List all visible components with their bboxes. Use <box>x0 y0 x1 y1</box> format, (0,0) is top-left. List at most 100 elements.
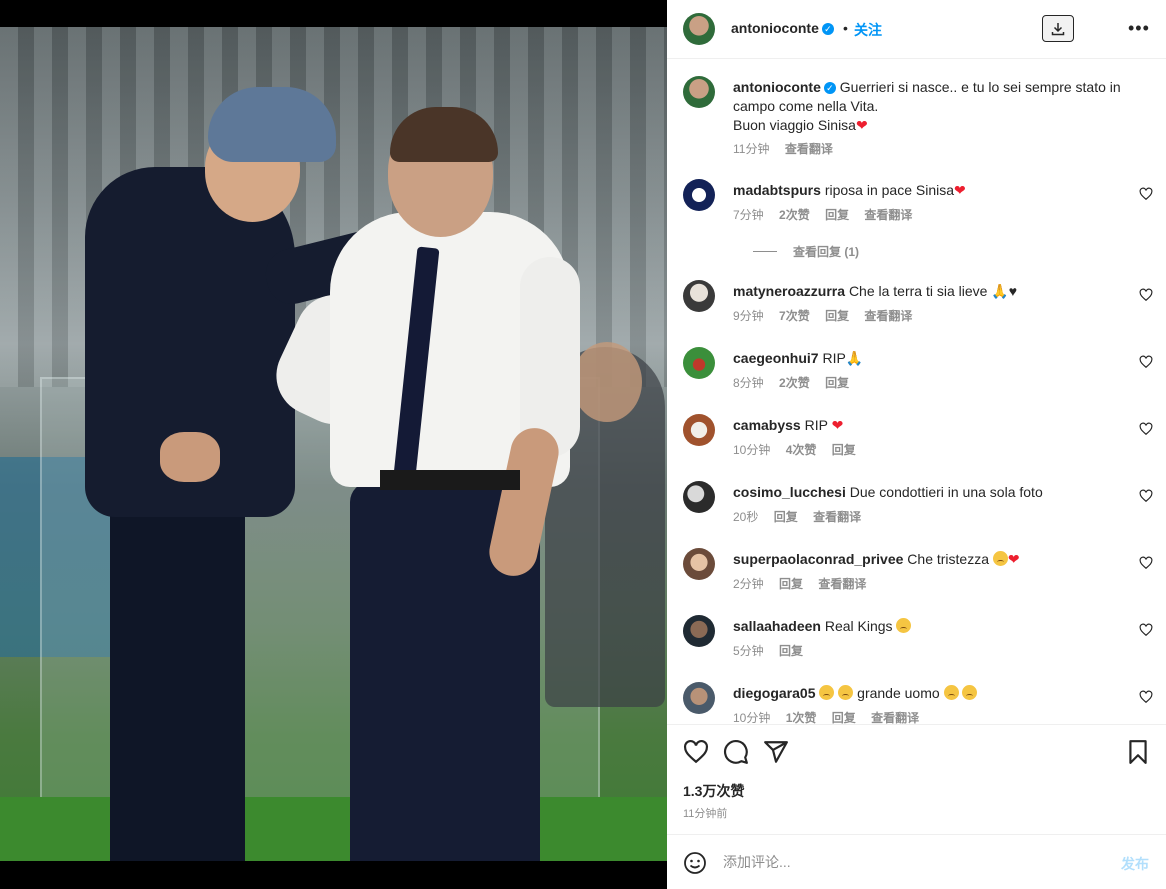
commenter-avatar[interactable] <box>683 347 715 379</box>
comment-time: 9分钟 <box>733 309 764 323</box>
comment-username[interactable]: diegogara05 <box>733 685 815 701</box>
reply-button[interactable]: 回复 <box>832 443 856 457</box>
follow-button[interactable]: 关注 <box>854 20 882 40</box>
commenter-avatar[interactable] <box>683 481 715 513</box>
like-comment-icon[interactable] <box>1139 355 1153 369</box>
comments-list[interactable]: antonioconte ✓ Guerrieri si nasce.. e tu … <box>667 60 1166 724</box>
comment-likes-button[interactable]: 4次赞 <box>786 443 817 457</box>
post-header: antonioconte ✓ • 关注 ••• <box>667 0 1166 59</box>
flat-cap <box>208 87 336 162</box>
comment-time: 7分钟 <box>733 208 764 222</box>
comment-likes-button[interactable]: 1次赞 <box>786 711 817 724</box>
like-comment-icon[interactable] <box>1139 288 1153 302</box>
reply-button[interactable]: 回复 <box>779 644 803 658</box>
comment-time: 2分钟 <box>733 577 764 591</box>
reply-button[interactable]: 回复 <box>825 208 849 222</box>
smiley-icon[interactable] <box>683 851 707 875</box>
comment-username[interactable]: sallaahadeen <box>733 618 821 634</box>
comment-likes-button[interactable]: 2次赞 <box>779 376 810 390</box>
author-username-text[interactable]: antonioconte <box>731 20 819 36</box>
comment-body: RIP <box>822 350 846 366</box>
comment-username[interactable]: cosimo_lucchesi <box>733 484 846 500</box>
comment-meta: 8分钟 2次赞 回复 <box>733 374 861 391</box>
commenter-avatar[interactable] <box>683 548 715 580</box>
folded-hands-emoji-icon: 🙏 <box>991 283 1009 299</box>
comment-time: 5分钟 <box>733 644 764 658</box>
like-comment-icon[interactable] <box>1139 556 1153 570</box>
comment-username[interactable]: camabyss <box>733 417 801 433</box>
like-comment-icon[interactable] <box>1139 690 1153 704</box>
comment-likes-button[interactable]: 2次赞 <box>779 208 810 222</box>
caption-translate-button[interactable]: 查看翻译 <box>785 142 833 156</box>
caption-meta: 11分钟 查看翻译 <box>733 140 845 157</box>
commenter-avatar[interactable] <box>683 682 715 714</box>
comment-body: Che la terra ti sia lieve <box>848 283 988 299</box>
post-comment-button[interactable]: 发布 <box>1121 854 1149 874</box>
comment-input[interactable] <box>723 849 1103 875</box>
likes-count[interactable]: 1.3万次赞 <box>683 781 744 801</box>
caption-username[interactable]: antonioconte <box>733 79 821 95</box>
reply-button[interactable]: 回复 <box>774 510 798 524</box>
post-time: 11分钟前 <box>683 808 728 820</box>
commenter-avatar[interactable] <box>683 179 715 211</box>
view-replies-label: 查看回复 (1) <box>793 245 860 259</box>
red-heart-emoji-icon: ❤ <box>1007 551 1020 567</box>
heart-outline-icon[interactable] <box>683 739 709 765</box>
like-comment-icon[interactable] <box>1139 422 1153 436</box>
add-comment-bar: 发布 <box>667 834 1166 889</box>
commenter-avatar[interactable] <box>683 615 715 647</box>
comment-likes-button[interactable]: 7次赞 <box>779 309 810 323</box>
comment-time: 8分钟 <box>733 376 764 390</box>
bookmark-icon[interactable] <box>1125 739 1151 765</box>
reply-button[interactable]: 回复 <box>825 309 849 323</box>
comment-text: cosimo_lucchesi Due condottieri in una s… <box>733 483 1123 502</box>
translate-button[interactable]: 查看翻译 <box>864 208 912 222</box>
comment-username[interactable]: madabtspurs <box>733 182 821 198</box>
red-heart-emoji-icon: ❤ <box>954 182 966 198</box>
like-comment-icon[interactable] <box>1139 489 1153 503</box>
comment-text: camabyss RIP ❤ <box>733 416 1123 435</box>
comment-username[interactable]: caegeonhui7 <box>733 350 819 366</box>
comment-meta: 20秒 回复 查看翻译 <box>733 508 873 525</box>
sad-face-emoji-icon <box>896 618 912 633</box>
man-left-leg <box>110 497 185 861</box>
commenter-avatar[interactable] <box>683 414 715 446</box>
author-avatar[interactable] <box>683 13 715 45</box>
man-left-leg-2 <box>180 497 245 861</box>
post-photo[interactable] <box>0 0 667 889</box>
caption-avatar[interactable] <box>683 76 715 108</box>
comment-text: caegeonhui7 RIP🙏 <box>733 349 1123 368</box>
comment-icon[interactable] <box>723 739 749 765</box>
comment-text: superpaolaconrad_privee Che tristezza ❤ <box>733 550 1123 569</box>
comment-body: Real Kings <box>824 618 893 634</box>
view-replies-button[interactable]: 查看回复 (1) <box>753 243 859 260</box>
comment-username[interactable]: superpaolaconrad_privee <box>733 551 903 567</box>
background-person-head <box>572 342 642 422</box>
share-icon[interactable] <box>763 739 789 765</box>
author-username[interactable]: antonioconte ✓ <box>731 20 834 36</box>
reply-button[interactable]: 回复 <box>832 711 856 724</box>
more-options-icon[interactable]: ••• <box>1128 18 1150 38</box>
translate-button[interactable]: 查看翻译 <box>813 510 861 524</box>
pitch-grass <box>0 797 667 861</box>
red-heart-emoji-icon: ❤ <box>855 117 868 133</box>
post-actions: 1.3万次赞 11分钟前 <box>667 724 1166 834</box>
translate-button[interactable]: 查看翻译 <box>871 711 919 724</box>
translate-button[interactable]: 查看翻译 <box>818 577 866 591</box>
comment-body: riposa in pace Sinisa <box>824 182 954 198</box>
like-comment-icon[interactable] <box>1139 187 1153 201</box>
comment-body: Due condottieri in una sola foto <box>849 484 1043 500</box>
reply-button[interactable]: 回复 <box>779 577 803 591</box>
commenter-avatar[interactable] <box>683 280 715 312</box>
sad-face-emoji-icon <box>838 685 854 700</box>
download-button[interactable] <box>1042 15 1074 42</box>
like-comment-icon[interactable] <box>1139 623 1153 637</box>
caption-time: 11分钟 <box>733 142 770 156</box>
reply-button[interactable]: 回复 <box>825 376 849 390</box>
comment-meta: 9分钟 7次赞 回复 查看翻译 <box>733 307 924 324</box>
comment-username[interactable]: matyneroazzurra <box>733 283 845 299</box>
comment-text: matyneroazzurra Che la terra ti sia liev… <box>733 282 1123 301</box>
translate-button[interactable]: 查看翻译 <box>864 309 912 323</box>
man-right-belt <box>380 470 520 490</box>
comment-body: grande uomo <box>857 685 940 701</box>
